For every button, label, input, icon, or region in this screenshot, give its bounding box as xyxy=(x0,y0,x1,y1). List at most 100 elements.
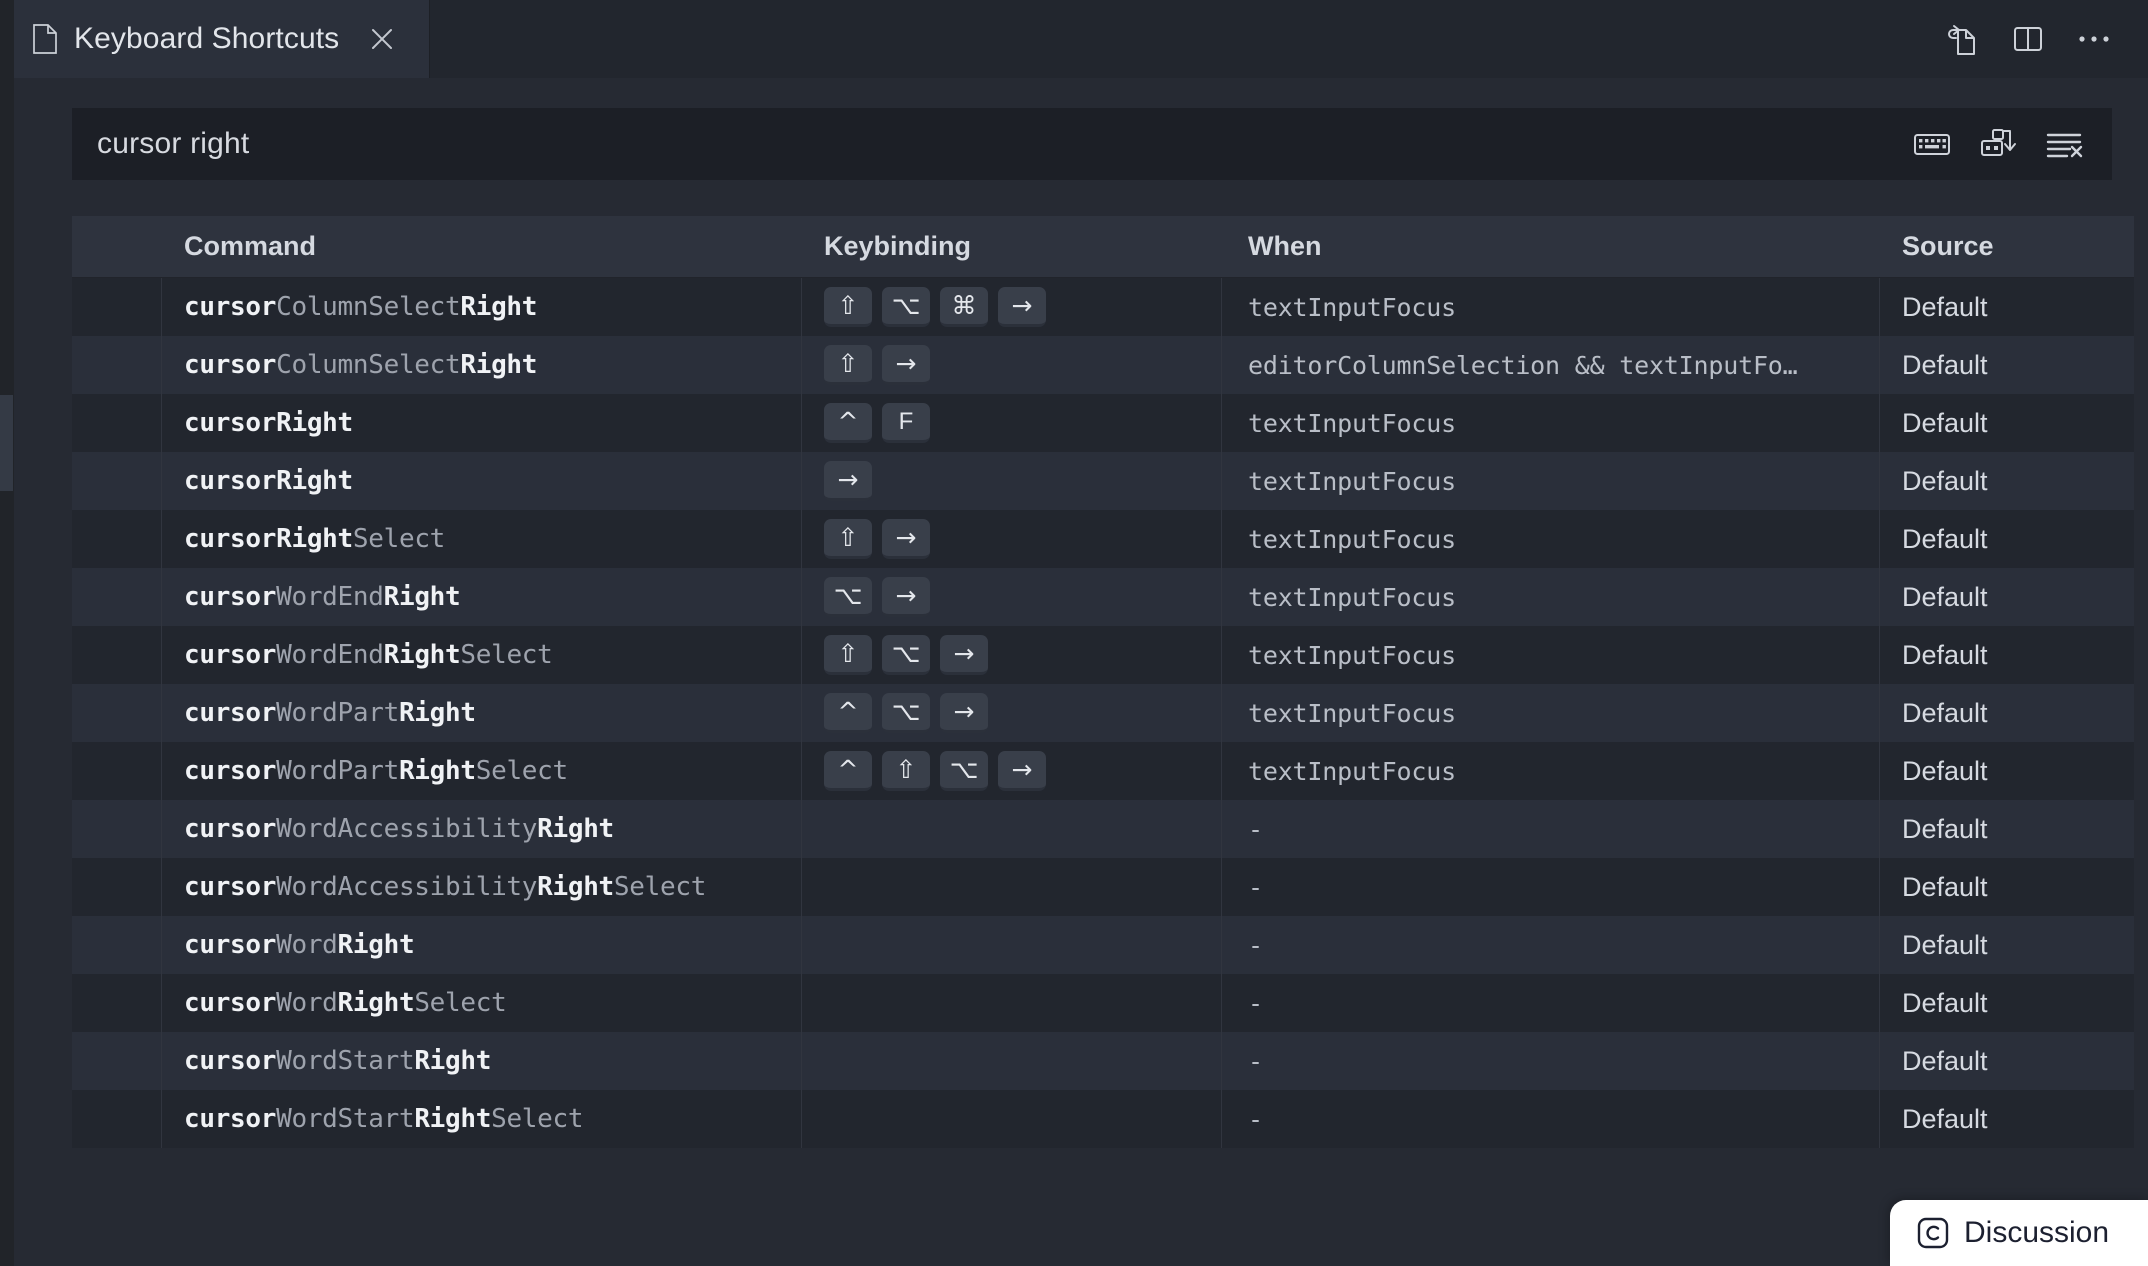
row-gutter xyxy=(72,1090,162,1148)
row-gutter xyxy=(72,974,162,1032)
tab-keyboard-shortcuts[interactable]: Keyboard Shortcuts xyxy=(0,0,430,78)
cell-command: cursorWordRight xyxy=(162,916,802,974)
table-row[interactable]: cursorWordPartRight ^ ⌥ → textInputFocus Defa… xyxy=(72,684,2134,742)
option-key: ⌥ xyxy=(882,287,930,327)
source-text: Default xyxy=(1902,349,1988,380)
right-arrow-key: → xyxy=(882,577,930,617)
cell-source: Default xyxy=(1880,568,2134,626)
table-row[interactable]: cursorWordStartRight - Default xyxy=(72,1032,2134,1090)
sort-by-precedence-icon[interactable] xyxy=(1973,119,2023,169)
cell-source: Default xyxy=(1880,858,2134,916)
discussion-widget[interactable]: Discussion xyxy=(1890,1200,2148,1266)
command-text: cursorWordPartRightSelect xyxy=(184,756,568,786)
source-text: Default xyxy=(1902,813,1988,844)
when-text: textInputFocus xyxy=(1248,466,1456,496)
header-when[interactable]: When xyxy=(1222,231,1880,262)
cell-when: textInputFocus xyxy=(1222,568,1880,626)
cell-command: cursorWordRightSelect xyxy=(162,974,802,1032)
keybinding-chips: ^ ⌥ → xyxy=(824,693,988,733)
command-text: cursorWordRightSelect xyxy=(184,988,507,1018)
right-arrow-key: → xyxy=(940,693,988,733)
table-row[interactable]: cursorWordEndRight ⌥ → textInputFocus Defaul… xyxy=(72,568,2134,626)
keyboard-shortcuts-editor-window: Keyboard Shortcuts cursor right Command … xyxy=(0,0,2148,1266)
search-input[interactable]: cursor right xyxy=(73,109,1907,179)
table-row[interactable]: cursorWordStartRightSelect - Default xyxy=(72,1090,2134,1148)
when-text: - xyxy=(1248,930,1264,960)
row-gutter xyxy=(72,626,162,684)
cell-command: cursorWordEndRight xyxy=(162,568,802,626)
keybindings-editor-body: cursor right Command Keybinding When Sou… xyxy=(0,78,2148,1266)
table-row[interactable]: cursorRight → textInputFocus Default xyxy=(72,452,2134,510)
command-text: cursorWordEndRightSelect xyxy=(184,640,553,670)
when-text: - xyxy=(1248,814,1264,844)
right-arrow-key: → xyxy=(998,287,1046,327)
table-body: cursorColumnSelectRight ⇧ ⌥ ⌘ → textInputFocu… xyxy=(72,278,2134,1148)
command-text: cursorColumnSelectRight xyxy=(184,292,538,322)
keybinding-chips: ⇧ → xyxy=(824,345,930,385)
when-text: textInputFocus xyxy=(1248,756,1456,786)
command-text: cursorRight xyxy=(184,408,353,438)
cell-command: cursorWordAccessibilityRightSelect xyxy=(162,858,802,916)
cell-source: Default xyxy=(1880,626,2134,684)
row-gutter xyxy=(72,684,162,742)
option-key: ⌥ xyxy=(882,693,930,733)
control-key: ^ xyxy=(824,693,872,733)
table-header-row: Command Keybinding When Source xyxy=(72,216,2134,278)
cell-when: editorColumnSelection && textInputFo… xyxy=(1222,336,1880,394)
cell-keybinding xyxy=(802,916,1222,974)
cell-source: Default xyxy=(1880,1032,2134,1090)
cell-keybinding: ⇧ → xyxy=(802,336,1222,394)
split-editor-icon[interactable] xyxy=(2000,11,2056,67)
copilot-c-icon xyxy=(1916,1216,1950,1250)
editor-actions xyxy=(1934,0,2148,78)
search-actions xyxy=(1907,109,2111,179)
cell-source: Default xyxy=(1880,800,2134,858)
header-source[interactable]: Source xyxy=(1880,231,2134,262)
cell-command: cursorWordPartRight xyxy=(162,684,802,742)
cell-source: Default xyxy=(1880,336,2134,394)
editor-scrollbar-slider[interactable] xyxy=(0,395,13,491)
shift-key: ⇧ xyxy=(824,345,872,385)
shift-key: ⇧ xyxy=(824,519,872,559)
header-command[interactable]: Command xyxy=(162,231,802,262)
source-text: Default xyxy=(1902,929,1988,960)
cell-keybinding: ⇧ ⌥ ⌘ → xyxy=(802,278,1222,336)
header-keybinding[interactable]: Keybinding xyxy=(802,231,1222,262)
option-key: ⌥ xyxy=(940,751,988,791)
cell-when: textInputFocus xyxy=(1222,626,1880,684)
file-icon xyxy=(32,24,58,54)
command-key: ⌘ xyxy=(940,287,988,327)
when-text: editorColumnSelection && textInputFo… xyxy=(1248,350,1798,380)
command-text: cursorWordAccessibilityRightSelect xyxy=(184,872,707,902)
table-row[interactable]: cursorColumnSelectRight ⇧ ⌥ ⌘ → textInputFocu… xyxy=(72,278,2134,336)
cell-keybinding xyxy=(802,1090,1222,1148)
close-icon[interactable] xyxy=(365,22,399,56)
table-row[interactable]: cursorRight ^ FtextInputFocus Default xyxy=(72,394,2134,452)
open-keyboard-shortcuts-json-icon[interactable] xyxy=(1934,11,1990,67)
cell-when: textInputFocus xyxy=(1222,510,1880,568)
table-row[interactable]: cursorWordAccessibilityRightSelect - Defau… xyxy=(72,858,2134,916)
cell-command: cursorWordStartRight xyxy=(162,1032,802,1090)
record-keys-icon[interactable] xyxy=(1907,119,1957,169)
table-row[interactable]: cursorWordRight - Default xyxy=(72,916,2134,974)
cell-command: cursorRightSelect xyxy=(162,510,802,568)
f-key: F xyxy=(882,403,930,443)
right-arrow-key: → xyxy=(998,751,1046,791)
cell-source: Default xyxy=(1880,510,2134,568)
table-row[interactable]: cursorWordRightSelect - Default xyxy=(72,974,2134,1032)
row-gutter xyxy=(72,278,162,336)
table-row[interactable]: cursorWordEndRightSelect ⇧ ⌥ → textInputFocu… xyxy=(72,626,2134,684)
when-text: textInputFocus xyxy=(1248,292,1456,322)
clear-filters-icon[interactable] xyxy=(2039,119,2089,169)
table-row[interactable]: cursorRightSelect ⇧ → textInputFocus Default xyxy=(72,510,2134,568)
shift-key: ⇧ xyxy=(824,287,872,327)
command-text: cursorColumnSelectRight xyxy=(184,350,538,380)
table-row[interactable]: cursorColumnSelectRight ⇧ → editorColumnSel… xyxy=(72,336,2134,394)
table-row[interactable]: cursorWordAccessibilityRight - Default xyxy=(72,800,2134,858)
table-row[interactable]: cursorWordPartRightSelect ^ ⇧ ⌥ → textInputFo… xyxy=(72,742,2134,800)
cell-keybinding xyxy=(802,858,1222,916)
cell-when: textInputFocus xyxy=(1222,742,1880,800)
more-actions-icon[interactable] xyxy=(2066,11,2122,67)
when-text: textInputFocus xyxy=(1248,640,1456,670)
keybinding-chips: ⇧ ⌥ → xyxy=(824,635,988,675)
